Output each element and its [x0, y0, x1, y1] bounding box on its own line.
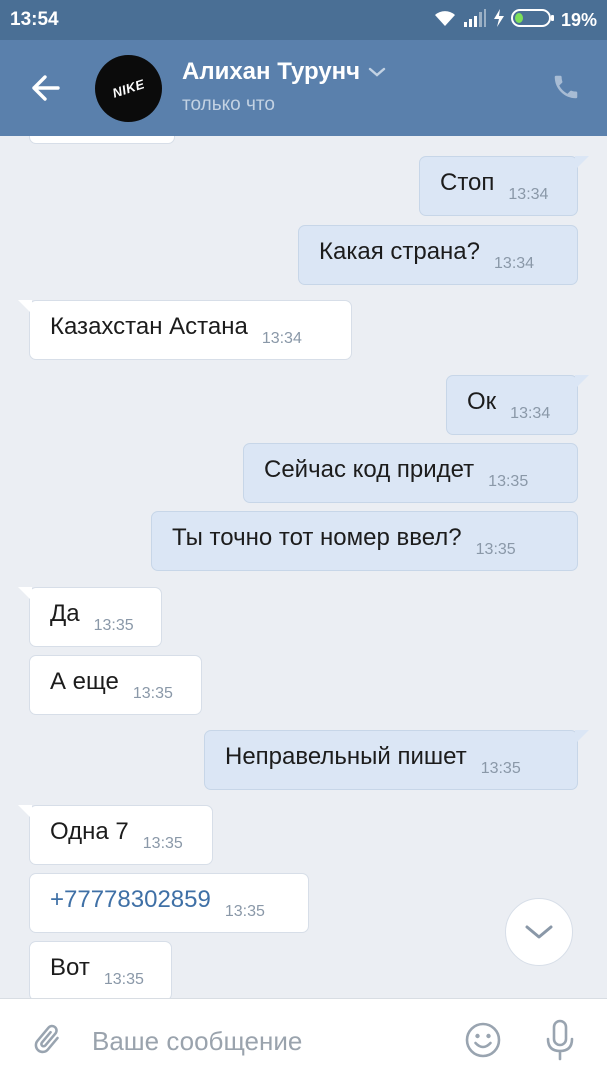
message-bubble-out[interactable]: Какая страна? 13:34	[298, 225, 578, 285]
message-text: А еще	[50, 668, 119, 695]
avatar-logo: NIKE	[110, 76, 147, 101]
message-time: 13:35	[224, 903, 265, 920]
charging-icon	[493, 8, 505, 33]
scroll-to-bottom-button[interactable]	[505, 898, 573, 966]
message-text: Одна 7	[50, 818, 129, 845]
contact-name-label: Алихан Турунч	[182, 58, 361, 85]
message-time: 13:35	[475, 541, 516, 558]
status-time: 13:54	[10, 9, 59, 30]
attach-button[interactable]	[26, 1019, 68, 1061]
chevron-down-icon	[525, 925, 553, 939]
bubble-tail	[18, 300, 32, 314]
message-bubble-in[interactable]: Да 13:35	[18, 587, 162, 647]
emoji-button[interactable]	[462, 1019, 504, 1061]
back-button[interactable]	[26, 70, 66, 106]
message-time: 13:35	[142, 835, 183, 852]
paperclip-icon	[34, 1024, 59, 1054]
bubble-tail	[575, 156, 589, 170]
message-list[interactable]: Стоп 13:34 Какая страна? 13:34 Казахстан…	[0, 136, 607, 998]
chevron-down-icon	[368, 67, 386, 77]
message-text: Казахстан Астана	[50, 313, 248, 340]
message-time: 13:35	[480, 760, 521, 777]
message-text: Да	[50, 600, 80, 627]
message-text: Ок	[467, 388, 497, 415]
wifi-icon	[433, 8, 457, 33]
message-bubble-partial	[29, 136, 175, 144]
back-arrow-icon	[32, 75, 60, 101]
status-icons: 19%	[433, 8, 597, 33]
avatar[interactable]: NIKE	[95, 55, 162, 122]
message-time: 13:34	[510, 405, 551, 422]
message-time: 13:35	[103, 971, 144, 988]
message-bubble-out[interactable]: Сейчас код придет 13:35	[243, 443, 578, 503]
emoji-icon	[465, 1022, 501, 1058]
message-input[interactable]	[90, 1017, 444, 1065]
bubble-tail	[575, 375, 589, 389]
message-bubble-out[interactable]: Стоп 13:34	[419, 156, 589, 216]
message-bubble-in[interactable]: +77778302859 13:35	[29, 873, 309, 933]
message-time: 13:35	[488, 473, 529, 490]
message-text: Ты точно тот номер ввел?	[172, 524, 462, 551]
composer-bar	[0, 998, 607, 1080]
message-time: 13:34	[508, 186, 549, 203]
message-bubble-in[interactable]: Одна 7 13:35	[18, 805, 213, 865]
message-bubble-out[interactable]: Ок 13:34	[446, 375, 589, 435]
microphone-icon	[546, 1019, 574, 1061]
message-bubble-in[interactable]: А еще 13:35	[29, 655, 202, 715]
call-button[interactable]	[549, 70, 583, 104]
signal-icon	[463, 8, 487, 33]
message-time: 13:35	[132, 685, 173, 702]
battery-icon	[510, 8, 555, 33]
bubble-tail	[18, 805, 32, 819]
message-bubble-in[interactable]: Казахстан Астана 13:34	[18, 300, 352, 360]
bubble-tail	[18, 587, 32, 601]
message-text: Вот	[50, 954, 90, 981]
contact-name[interactable]: Алихан Турунч	[182, 58, 386, 86]
message-time: 13:35	[93, 617, 134, 634]
message-bubble-in[interactable]: Вот 13:35	[29, 941, 172, 998]
voice-message-button[interactable]	[540, 1017, 580, 1063]
message-text: Неправельный пишет	[225, 743, 467, 770]
message-text: Какая страна?	[319, 238, 481, 265]
message-text: Стоп	[440, 169, 495, 196]
battery-percent: 19%	[560, 10, 597, 30]
message-bubble-out[interactable]: Ты точно тот номер ввел? 13:35	[151, 511, 578, 571]
message-time: 13:34	[494, 255, 535, 272]
message-bubble-out[interactable]: Неправельный пишет 13:35	[204, 730, 589, 790]
phone-number-link[interactable]: +77778302859	[50, 886, 211, 914]
status-bar: 13:54 19%	[0, 0, 607, 40]
message-text: Сейчас код придет	[264, 456, 475, 483]
chat-header: NIKE Алихан Турунч только что	[0, 40, 607, 136]
bubble-tail	[575, 730, 589, 744]
message-time: 13:34	[261, 330, 302, 347]
contact-status: только что	[182, 94, 275, 115]
phone-icon	[554, 75, 578, 99]
